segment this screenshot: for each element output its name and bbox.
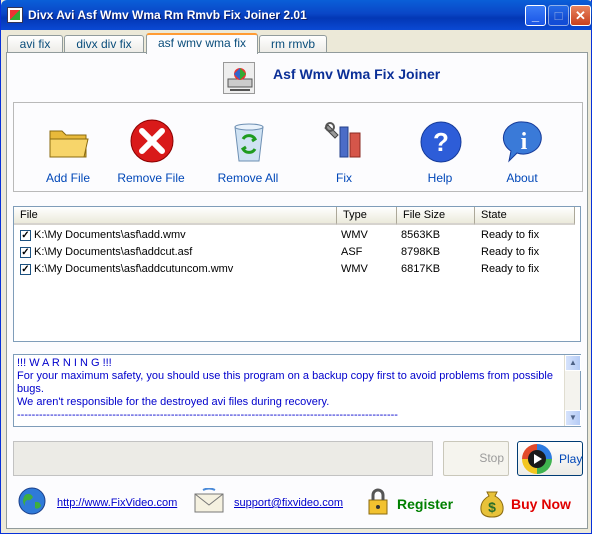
column-header-type[interactable]: Type bbox=[337, 207, 397, 225]
warning-heading: !!! W A R N I N G !!! bbox=[17, 357, 112, 369]
help-button[interactable]: ? Help bbox=[400, 117, 480, 187]
warning-text: For your maximum safety, you should use … bbox=[17, 370, 553, 395]
add-file-button[interactable]: Add File bbox=[28, 117, 108, 187]
fix-label: Fix bbox=[336, 171, 352, 185]
column-header-state[interactable]: State bbox=[475, 207, 575, 225]
window-title: Divx Avi Asf Wmv Wma Rm Rmvb Fix Joiner … bbox=[28, 8, 307, 22]
progress-bar bbox=[13, 441, 433, 476]
email-link[interactable]: support@fixvideo.com bbox=[234, 497, 343, 509]
add-file-label: Add File bbox=[45, 171, 91, 185]
svg-text:i: i bbox=[521, 129, 528, 155]
cell-state: Ready to fix bbox=[481, 246, 540, 258]
tab-asf-wmv-wma-fix[interactable]: asf wmv wma fix bbox=[146, 33, 258, 54]
fix-button[interactable]: Fix bbox=[304, 117, 384, 187]
joiner-logo-icon bbox=[223, 62, 255, 94]
disclaimer-text: We aren't responsible for the destroyed … bbox=[17, 396, 330, 408]
about-button[interactable]: i About bbox=[482, 117, 562, 187]
scroll-down-icon[interactable]: ▼ bbox=[565, 410, 581, 426]
play-label: Play bbox=[559, 452, 583, 466]
stop-button[interactable]: Stop bbox=[443, 441, 509, 476]
separator-line: ----------------------------------------… bbox=[17, 409, 398, 421]
row-checkbox[interactable]: ✓ bbox=[20, 264, 31, 275]
svg-text:?: ? bbox=[433, 127, 449, 157]
tab-avi-fix[interactable]: avi fix bbox=[7, 35, 63, 53]
folder-icon bbox=[46, 119, 92, 165]
cell-state: Ready to fix bbox=[481, 263, 540, 275]
column-header-file[interactable]: File bbox=[14, 207, 337, 225]
info-icon: i bbox=[500, 119, 546, 165]
column-header-file-size[interactable]: File Size bbox=[397, 207, 475, 225]
file-list[interactable]: File Type File Size State ✓ K:\My Docume… bbox=[13, 206, 581, 342]
cell-size: 8798KB bbox=[401, 246, 441, 258]
dollar-bag-icon: $ bbox=[477, 486, 507, 518]
row-checkbox[interactable]: ✓ bbox=[20, 230, 31, 241]
play-icon bbox=[522, 444, 552, 474]
app-window: Divx Avi Asf Wmv Wma Rm Rmvb Fix Joiner … bbox=[0, 0, 592, 534]
maximize-button[interactable]: □ bbox=[548, 5, 569, 26]
about-label: About bbox=[506, 171, 538, 185]
cell-size: 8563KB bbox=[401, 229, 441, 241]
tools-icon bbox=[322, 119, 368, 165]
cell-state: Ready to fix bbox=[481, 229, 540, 241]
envelope-icon bbox=[194, 487, 224, 514]
globe-icon bbox=[17, 486, 47, 516]
help-question-icon: ? bbox=[418, 119, 464, 165]
website-link[interactable]: http://www.FixVideo.com bbox=[57, 497, 177, 509]
tab-divx-div-fix[interactable]: divx div fix bbox=[64, 35, 144, 53]
cell-file: K:\My Documents\asf\addcutuncom.wmv bbox=[34, 263, 234, 275]
remove-all-label: Remove All bbox=[217, 171, 279, 185]
buy-now-button[interactable]: Buy Now bbox=[511, 496, 571, 512]
cell-type: WMV bbox=[341, 229, 368, 241]
app-icon[interactable] bbox=[7, 7, 23, 23]
memo-scrollbar[interactable]: ▲ ▼ bbox=[564, 355, 581, 426]
register-button[interactable]: Register bbox=[397, 496, 453, 512]
play-button[interactable]: Play bbox=[517, 441, 583, 476]
cell-type: WMV bbox=[341, 263, 368, 275]
toolbar: Add File Remove File Remove All Fix ? He… bbox=[13, 102, 583, 192]
table-row[interactable]: ✓ K:\My Documents\asf\addcutuncom.wmv WM… bbox=[14, 261, 574, 278]
table-row[interactable]: ✓ K:\My Documents\asf\addcut.asf ASF 879… bbox=[14, 244, 574, 261]
row-checkbox[interactable]: ✓ bbox=[20, 247, 31, 258]
help-label: Help bbox=[427, 171, 453, 185]
cell-size: 6817KB bbox=[401, 263, 441, 275]
recycle-bin-icon bbox=[226, 119, 272, 165]
warning-memo[interactable]: !!! W A R N I N G !!! For your maximum s… bbox=[13, 354, 581, 427]
remove-x-icon bbox=[129, 119, 175, 165]
cell-type: ASF bbox=[341, 246, 363, 258]
page-title: Asf Wmv Wma Fix Joiner bbox=[273, 66, 441, 82]
minimize-button[interactable]: _ bbox=[525, 5, 546, 26]
table-row[interactable]: ✓ K:\My Documents\asf\add.wmv WMV 8563KB… bbox=[14, 227, 574, 244]
remove-all-button[interactable]: Remove All bbox=[208, 117, 288, 187]
remove-file-label: Remove File bbox=[117, 171, 185, 185]
tab-rm-rmvb[interactable]: rm rmvb bbox=[259, 35, 327, 53]
scroll-up-icon[interactable]: ▲ bbox=[565, 355, 581, 371]
title-bar[interactable]: Divx Avi Asf Wmv Wma Rm Rmvb Fix Joiner … bbox=[1, 0, 592, 30]
cell-file: K:\My Documents\asf\add.wmv bbox=[34, 229, 186, 241]
remove-file-button[interactable]: Remove File bbox=[111, 117, 191, 187]
svg-text:$: $ bbox=[488, 499, 496, 515]
close-button[interactable]: ✕ bbox=[570, 5, 591, 26]
cell-file: K:\My Documents\asf\addcut.asf bbox=[34, 246, 193, 258]
register-keys-icon bbox=[363, 488, 393, 516]
